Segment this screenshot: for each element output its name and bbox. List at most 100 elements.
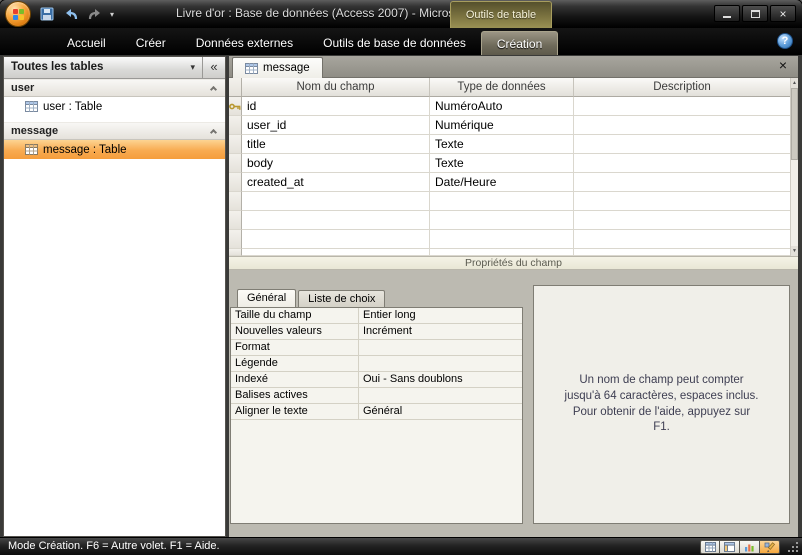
field-type-cell[interactable]: Date/Heure xyxy=(430,173,574,192)
row-selector[interactable] xyxy=(229,211,242,230)
help-button[interactable]: ? xyxy=(777,33,793,49)
datasheet-view-button[interactable] xyxy=(700,540,720,554)
redo-button[interactable] xyxy=(86,6,103,23)
field-description-cell[interactable] xyxy=(574,211,790,230)
field-type-cell[interactable] xyxy=(430,230,574,249)
property-value[interactable] xyxy=(359,356,522,372)
empty-field-row[interactable] xyxy=(229,211,790,230)
field-name-cell[interactable] xyxy=(242,249,430,256)
nav-dropdown-icon: ▾ xyxy=(190,57,195,78)
chevron-up-icon[interactable] xyxy=(210,86,217,93)
undo-button[interactable] xyxy=(62,6,79,23)
property-row[interactable]: Nouvelles valeurs Incrément xyxy=(231,324,522,340)
field-name-cell[interactable]: created_at xyxy=(242,173,430,192)
chevron-up-icon[interactable] xyxy=(210,129,217,136)
property-row[interactable]: Format xyxy=(231,340,522,356)
field-name-cell[interactable]: id xyxy=(242,97,430,116)
field-description-cell[interactable] xyxy=(574,173,790,192)
field-type-cell[interactable] xyxy=(430,211,574,230)
field-description-cell[interactable] xyxy=(574,249,790,256)
field-description-cell[interactable] xyxy=(574,135,790,154)
redo-icon xyxy=(88,8,102,20)
property-value[interactable] xyxy=(359,388,522,404)
tab-general[interactable]: Général xyxy=(237,289,296,307)
field-type-cell[interactable]: Texte xyxy=(430,154,574,173)
row-selector[interactable] xyxy=(229,249,242,256)
qat-dropdown-icon[interactable]: ▾ xyxy=(110,10,114,19)
minimize-icon xyxy=(723,16,731,18)
pivottable-view-button[interactable] xyxy=(720,540,740,554)
document-close-button[interactable]: × xyxy=(775,58,791,74)
empty-field-row[interactable] xyxy=(229,249,790,256)
field-name-cell[interactable] xyxy=(242,211,430,230)
field-name-cell[interactable] xyxy=(242,230,430,249)
property-row[interactable]: Taille du champ Entier long xyxy=(231,308,522,324)
grid-vertical-scrollbar[interactable]: ▲ ▼ xyxy=(790,78,798,256)
row-selector[interactable] xyxy=(229,192,242,211)
nav-group-user[interactable]: user xyxy=(4,79,225,97)
resize-grip[interactable] xyxy=(786,540,798,552)
property-value[interactable]: Général xyxy=(359,404,522,420)
property-row[interactable]: Indexé Oui - Sans doublons xyxy=(231,372,522,388)
field-description-cell[interactable] xyxy=(574,192,790,211)
document-tab-bar: message × xyxy=(229,56,798,78)
field-row-created-at[interactable]: created_at Date/Heure xyxy=(229,173,790,192)
field-name-cell[interactable]: title xyxy=(242,135,430,154)
nav-group-message[interactable]: message xyxy=(4,122,225,140)
tab-accueil[interactable]: Accueil xyxy=(52,31,121,55)
property-row[interactable]: Légende xyxy=(231,356,522,372)
row-selector[interactable] xyxy=(229,135,242,154)
maximize-button[interactable] xyxy=(742,5,768,22)
field-type-cell[interactable]: Numérique xyxy=(430,116,574,135)
property-row[interactable]: Balises actives xyxy=(231,388,522,404)
tab-liste-de-choix[interactable]: Liste de choix xyxy=(298,290,385,307)
field-type-cell[interactable] xyxy=(430,249,574,256)
field-name-cell[interactable] xyxy=(242,192,430,211)
property-value[interactable]: Incrément xyxy=(359,324,522,340)
row-selector[interactable] xyxy=(229,230,242,249)
close-button[interactable]: × xyxy=(770,5,796,22)
field-type-cell[interactable] xyxy=(430,192,574,211)
field-row-user-id[interactable]: user_id Numérique xyxy=(229,116,790,135)
empty-field-row[interactable] xyxy=(229,192,790,211)
empty-field-row[interactable] xyxy=(229,230,790,249)
property-value[interactable]: Oui - Sans doublons xyxy=(359,372,522,388)
row-selector[interactable] xyxy=(229,97,242,116)
property-label: Taille du champ xyxy=(231,308,359,324)
field-description-cell[interactable] xyxy=(574,97,790,116)
field-type-cell[interactable]: NuméroAuto xyxy=(430,97,574,116)
scroll-down-button[interactable]: ▼ xyxy=(791,246,798,256)
field-row-title[interactable]: title Texte xyxy=(229,135,790,154)
nav-pane-title-button[interactable]: Toutes les tables ▾ xyxy=(4,57,203,79)
field-name-cell[interactable]: body xyxy=(242,154,430,173)
field-description-cell[interactable] xyxy=(574,116,790,135)
collapse-pane-button[interactable]: « xyxy=(203,57,225,79)
window-title: Livre d'or : Base de données (Access 200… xyxy=(176,0,464,28)
scroll-up-button[interactable]: ▲ xyxy=(791,78,798,88)
save-button[interactable] xyxy=(38,6,55,23)
field-description-cell[interactable] xyxy=(574,230,790,249)
field-description-cell[interactable] xyxy=(574,154,790,173)
tab-creation[interactable]: Création xyxy=(481,31,558,55)
document-tab-message[interactable]: message xyxy=(232,57,323,78)
tab-donnees-externes[interactable]: Données externes xyxy=(181,31,308,55)
row-selector[interactable] xyxy=(229,116,242,135)
row-selector[interactable] xyxy=(229,154,242,173)
property-row[interactable]: Aligner le texte Général xyxy=(231,404,522,420)
field-type-cell[interactable]: Texte xyxy=(430,135,574,154)
field-row-id[interactable]: id NuméroAuto xyxy=(229,97,790,116)
field-row-body[interactable]: body Texte xyxy=(229,154,790,173)
tab-creer[interactable]: Créer xyxy=(121,31,181,55)
office-button[interactable] xyxy=(5,1,31,27)
row-selector[interactable] xyxy=(229,173,242,192)
property-value[interactable]: Entier long xyxy=(359,308,522,324)
pivotchart-view-button[interactable] xyxy=(740,540,760,554)
minimize-button[interactable] xyxy=(714,5,740,22)
nav-item-user-table[interactable]: user : Table xyxy=(4,97,225,116)
scrollbar-thumb[interactable] xyxy=(791,88,798,160)
tab-outils-base-donnees[interactable]: Outils de base de données xyxy=(308,31,481,55)
property-value[interactable] xyxy=(359,340,522,356)
design-view-button[interactable] xyxy=(760,540,780,554)
field-name-cell[interactable]: user_id xyxy=(242,116,430,135)
nav-item-message-table[interactable]: message : Table xyxy=(4,140,225,159)
